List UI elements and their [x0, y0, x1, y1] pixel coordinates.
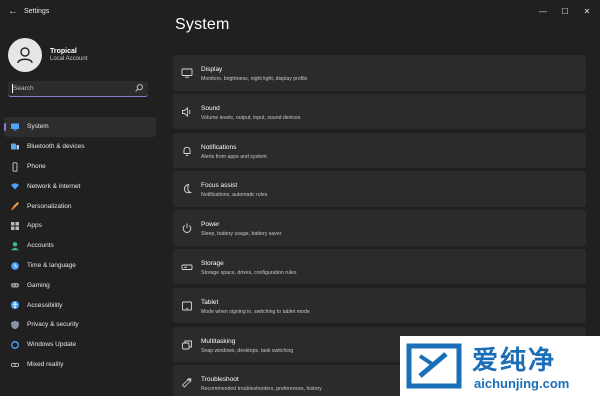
- profile-account-type: Local Account: [50, 56, 88, 62]
- sidebar-item-windows-update[interactable]: Windows Update: [4, 335, 156, 355]
- watermark-logo-icon: [406, 343, 462, 389]
- card-subtitle: Recommended troubleshooters, preferences…: [201, 386, 322, 393]
- sidebar-item-accessibility[interactable]: Accessibility: [4, 295, 156, 315]
- card-title: Multitasking: [201, 337, 236, 345]
- sidebar-item-label: Personalization: [27, 202, 72, 210]
- card-subtitle: Mode when signing in, switching to table…: [201, 308, 310, 315]
- back-arrow-icon[interactable]: ←: [8, 7, 18, 17]
- sidebar-item-apps[interactable]: Apps: [4, 216, 156, 236]
- app-title: Settings: [24, 8, 50, 15]
- monitor-icon: [11, 123, 19, 131]
- person-icon: [11, 241, 19, 250]
- brush-icon: [11, 202, 19, 211]
- maximize-button[interactable]: ☐: [554, 2, 576, 20]
- search-box[interactable]: [8, 81, 148, 97]
- power-icon: [182, 223, 192, 234]
- apps-icon: [11, 221, 19, 230]
- card-subtitle: Sleep, battery usage, battery saver: [201, 231, 282, 238]
- shield-icon: [11, 320, 19, 330]
- card-notifications[interactable]: Notifications Alerts from apps and syste…: [173, 132, 586, 169]
- card-power[interactable]: Power Sleep, battery usage, battery save…: [173, 210, 586, 246]
- search-icon[interactable]: [134, 83, 144, 93]
- wifi-icon: [11, 183, 19, 190]
- card-tablet[interactable]: Tablet Mode when signing in, switching t…: [173, 287, 586, 324]
- bell-icon: [183, 146, 191, 156]
- card-display[interactable]: Display Monitors, brightness, night ligh…: [173, 55, 586, 91]
- headset-icon: [11, 362, 19, 367]
- sidebar-item-personalization[interactable]: Personalization: [4, 196, 156, 216]
- tablet-icon: [182, 301, 192, 311]
- sidebar-item-system[interactable]: System: [4, 117, 156, 137]
- card-title: Troubleshoot: [201, 376, 239, 384]
- globe-clock-icon: [11, 261, 19, 270]
- avatar: [8, 38, 42, 72]
- card-storage[interactable]: Storage Storage space, drives, configura…: [173, 248, 586, 285]
- wrench-icon: [181, 378, 192, 388]
- card-subtitle: Alerts from apps and system: [201, 153, 267, 160]
- sidebar-item-label: System: [27, 123, 49, 131]
- search-input[interactable]: [8, 81, 128, 95]
- card-title: Sound: [201, 104, 220, 112]
- card-subtitle: Snap windows, desktops, task switching: [201, 347, 294, 354]
- card-title: Tablet: [201, 298, 219, 306]
- sidebar-item-phone[interactable]: Phone: [4, 157, 156, 177]
- card-title: Notifications: [201, 143, 237, 151]
- sidebar-item-privacy-security[interactable]: Privacy & security: [4, 315, 156, 335]
- display-icon: [181, 68, 193, 78]
- close-button[interactable]: ✕: [576, 2, 598, 20]
- speaker-icon: [182, 106, 191, 117]
- title-bar: ← Settings — ☐ ✕: [0, 0, 600, 26]
- bluetooth-icon: [11, 143, 19, 150]
- page-title: System: [175, 16, 230, 33]
- sidebar-item-label: Accessibility: [27, 301, 63, 309]
- sidebar-nav: System Bluetooth & devices Phone Network…: [0, 117, 162, 374]
- sidebar-item-network[interactable]: Network & internet: [4, 176, 156, 196]
- sidebar-item-label: Accounts: [27, 242, 54, 250]
- sidebar-item-label: Mixed reality: [27, 360, 64, 368]
- sidebar-item-gaming[interactable]: Gaming: [4, 275, 156, 295]
- moon-icon: [184, 184, 193, 194]
- card-focus-assist[interactable]: Focus assist Notifications, automatic ru…: [173, 171, 586, 207]
- card-subtitle: Notifications, automatic rules: [201, 192, 268, 199]
- sidebar-item-bluetooth[interactable]: Bluetooth & devices: [4, 137, 156, 157]
- sidebar-item-label: Phone: [27, 162, 46, 170]
- watermark-url: aichunjing.com: [474, 376, 570, 391]
- card-title: Power: [201, 221, 220, 229]
- card-subtitle: Monitors, brightness, night light, displ…: [201, 76, 308, 82]
- storage-icon: [181, 264, 193, 270]
- sidebar-item-label: Gaming: [27, 281, 50, 289]
- update-icon: [11, 340, 19, 349]
- sidebar: Tropical Local Account System Bluetooth …: [0, 26, 162, 396]
- profile-text: Tropical Local Account: [50, 48, 87, 62]
- minimize-button[interactable]: —: [532, 2, 554, 20]
- sidebar-item-label: Apps: [27, 222, 42, 230]
- card-title: Storage: [201, 259, 224, 267]
- person-avatar-icon: [17, 47, 33, 64]
- watermark: 爱纯净 aichunjing.com: [400, 336, 600, 396]
- watermark-text: 爱纯净: [472, 346, 557, 376]
- accessibility-icon: [11, 301, 19, 310]
- sidebar-item-mixed-reality[interactable]: Mixed reality: [4, 355, 156, 375]
- card-title: Focus assist: [201, 182, 238, 190]
- card-title: Display: [201, 66, 223, 73]
- card-subtitle: Storage space, drives, configuration rul…: [201, 269, 297, 276]
- sidebar-item-label: Network & internet: [27, 182, 81, 190]
- sidebar-item-label: Time & language: [27, 261, 76, 269]
- multitask-icon: [182, 340, 192, 350]
- sidebar-item-accounts[interactable]: Accounts: [4, 236, 156, 256]
- card-sound[interactable]: Sound Volume levels, output, input, soun…: [173, 93, 586, 130]
- sidebar-item-label: Windows Update: [27, 341, 77, 349]
- profile-name: Tropical: [50, 48, 77, 55]
- sidebar-item-label: Bluetooth & devices: [27, 143, 85, 151]
- sidebar-item-label: Privacy & security: [27, 321, 79, 329]
- card-subtitle: Volume levels, output, input, sound devi…: [201, 114, 301, 121]
- profile-card[interactable]: Tropical Local Account: [8, 38, 87, 72]
- gamepad-icon: [11, 283, 19, 288]
- sidebar-item-time-language[interactable]: Time & language: [4, 256, 156, 276]
- phone-icon: [12, 161, 18, 172]
